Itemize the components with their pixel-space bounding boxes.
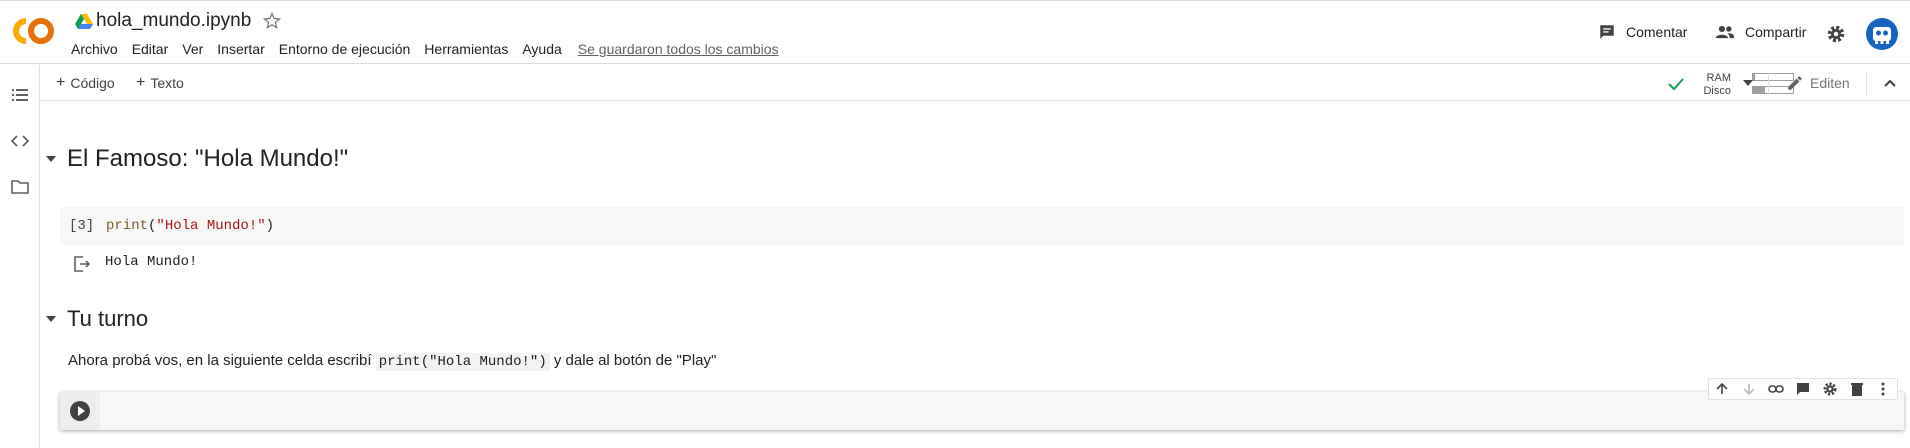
collapse-caret-icon[interactable] xyxy=(46,156,56,162)
notebook-toolbar: + Código + Texto RAM Disco Editen xyxy=(40,65,1910,101)
comment-label: Comentar xyxy=(1626,24,1688,40)
pencil-icon xyxy=(1788,76,1802,90)
move-up-icon[interactable] xyxy=(1714,381,1730,397)
delete-icon[interactable] xyxy=(1849,381,1865,397)
code-editor[interactable]: print("Hola Mundo!") xyxy=(106,218,274,234)
more-icon[interactable] xyxy=(1875,381,1891,397)
plus-icon: + xyxy=(136,74,146,91)
toolbar-divider xyxy=(1768,73,1769,95)
star-icon[interactable] xyxy=(262,11,282,31)
toc-icon[interactable] xyxy=(11,86,29,104)
comment-icon[interactable] xyxy=(1795,381,1811,397)
play-icon[interactable] xyxy=(70,401,90,421)
share-button[interactable]: Compartir xyxy=(1715,23,1806,41)
ram-label: RAM xyxy=(1706,72,1731,84)
ram-bar-fill xyxy=(1753,74,1755,80)
section-heading: El Famoso: "Hola Mundo!" xyxy=(46,145,348,173)
code-cell[interactable]: [3] print("Hola Mundo!") xyxy=(60,207,1904,245)
collapse-icon[interactable] xyxy=(1883,78,1897,88)
app-header: hola_mundo.ipynb Archivo Editar Ver Inse… xyxy=(0,0,1910,64)
toolbar-divider xyxy=(1866,73,1867,95)
menu-ver[interactable]: Ver xyxy=(182,41,203,57)
link-icon[interactable] xyxy=(1768,381,1784,397)
code-paren-close: ) xyxy=(265,218,275,234)
disk-bar-fill xyxy=(1753,87,1765,93)
code-function: print xyxy=(106,218,149,234)
avatar[interactable] xyxy=(1866,18,1898,50)
code-snippets-icon[interactable] xyxy=(11,132,29,150)
section-heading: Tu turno xyxy=(46,306,148,332)
output-icon[interactable] xyxy=(73,255,91,273)
files-icon[interactable] xyxy=(11,178,29,196)
colab-logo[interactable] xyxy=(12,17,56,45)
dropdown-icon[interactable] xyxy=(1743,80,1753,86)
add-code-label: Código xyxy=(70,75,115,91)
text-after: y dale al botón de "Play" xyxy=(553,352,717,369)
resources-indicator[interactable]: RAM Disco xyxy=(1667,70,1801,98)
comment-icon xyxy=(1600,25,1614,39)
save-status-link[interactable]: Se guardaron todos los cambios xyxy=(578,41,779,57)
heading-text: Tu turno xyxy=(67,306,149,331)
check-icon xyxy=(1668,78,1684,91)
gear-icon[interactable] xyxy=(1822,381,1838,397)
drive-icon xyxy=(75,14,93,29)
gear-icon[interactable] xyxy=(1825,23,1847,45)
share-icon xyxy=(1715,25,1735,39)
text-before: Ahora probá vos, en la siguiente celda e… xyxy=(68,352,372,369)
add-text-button[interactable]: + Texto xyxy=(136,74,184,92)
menu-herramientas[interactable]: Herramientas xyxy=(424,41,508,57)
edit-mode-label: Editen xyxy=(1810,75,1850,91)
notebook-title[interactable]: hola_mundo.ipynb xyxy=(96,10,251,32)
left-rail xyxy=(0,65,40,448)
collapse-caret-icon[interactable] xyxy=(46,316,56,322)
menu-bar: Archivo Editar Ver Insertar Entorno de e… xyxy=(71,41,793,57)
cell-output: Hola Mundo! xyxy=(105,254,198,270)
share-label: Compartir xyxy=(1745,24,1807,40)
add-code-button[interactable]: + Código xyxy=(56,74,115,92)
menu-ayuda[interactable]: Ayuda xyxy=(522,41,561,57)
heading-text: El Famoso: "Hola Mundo!" xyxy=(67,145,349,172)
cell-toolbar xyxy=(1708,378,1898,400)
move-down-icon[interactable] xyxy=(1741,381,1757,397)
add-text-label: Texto xyxy=(150,75,184,91)
menu-insertar[interactable]: Insertar xyxy=(217,41,264,57)
plus-icon: + xyxy=(56,74,66,91)
edit-mode-button[interactable]: Editen xyxy=(1786,74,1850,92)
empty-code-cell[interactable] xyxy=(60,392,1904,430)
code-string: "Hola Mundo!" xyxy=(156,218,266,234)
avatar-robot-icon xyxy=(1873,27,1891,44)
text-cell: Ahora probá vos, en la siguiente celda e… xyxy=(68,352,717,371)
menu-entorno[interactable]: Entorno de ejecución xyxy=(279,41,411,57)
inline-code: print("Hola Mundo!") xyxy=(375,353,550,371)
comment-button[interactable]: Comentar xyxy=(1598,23,1687,41)
disk-label: Disco xyxy=(1703,85,1731,97)
execution-count: [3] xyxy=(69,218,95,234)
menu-archivo[interactable]: Archivo xyxy=(71,41,118,57)
menu-editar[interactable]: Editar xyxy=(132,41,169,57)
